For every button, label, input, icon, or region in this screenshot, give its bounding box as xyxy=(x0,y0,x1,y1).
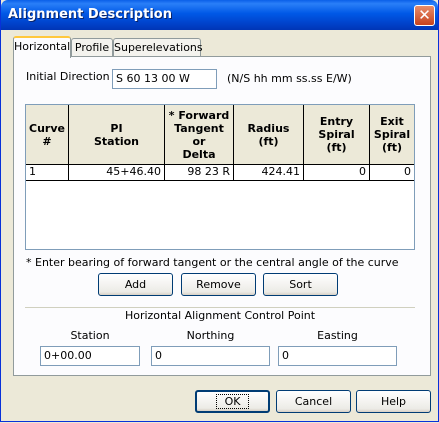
title-bar[interactable]: Alignment Description ✕ xyxy=(1,0,438,30)
northing-label: Northing xyxy=(186,329,235,342)
curve-table[interactable]: Curve # PI Station * Forward Tangent or … xyxy=(25,104,415,250)
control-point-group-title: Horizontal Alignment Control Point xyxy=(124,309,316,322)
initial-direction-label: Initial Direction xyxy=(26,70,110,83)
column-header-radius[interactable]: Radius (ft) xyxy=(234,105,304,165)
cancel-button[interactable]: Cancel xyxy=(276,390,351,413)
column-header-curve[interactable]: Curve # xyxy=(26,105,69,165)
table-cell-pi-station[interactable]: 45+46.40 xyxy=(69,165,165,181)
table-cell-forward-tangent[interactable]: 98 23 R xyxy=(165,165,234,181)
dialog-title: Alignment Description xyxy=(8,7,172,22)
direction-format-hint: (N/S hh mm ss.ss E/W) xyxy=(227,72,352,85)
tab-horizontal[interactable]: Horizontal xyxy=(13,36,71,58)
station-input[interactable]: 0+00.00 xyxy=(40,346,140,366)
alignment-description-dialog: Alignment Description ✕ Superelevations … xyxy=(0,0,439,422)
ok-button[interactable]: OK xyxy=(195,390,270,413)
easting-input[interactable]: 0 xyxy=(278,346,397,366)
northing-input[interactable]: 0 xyxy=(151,346,270,366)
tab-profile[interactable]: Profile xyxy=(71,38,113,56)
column-header-exit-spiral[interactable]: Exit Spiral (ft) xyxy=(370,105,414,165)
group-divider xyxy=(25,307,415,308)
initial-direction-input[interactable]: S 60 13 00 W xyxy=(112,69,217,89)
table-cell-radius[interactable]: 424.41 xyxy=(234,165,304,181)
help-button[interactable]: Help xyxy=(356,390,431,413)
table-cell-exit-spiral[interactable]: 0 xyxy=(370,165,414,181)
easting-label: Easting xyxy=(317,329,358,342)
column-header-forward-tangent[interactable]: * Forward Tangent or Delta xyxy=(165,105,234,165)
table-cell-curve-number[interactable]: 1 xyxy=(26,165,69,181)
tab-superelevations[interactable]: Superelevations xyxy=(113,38,203,56)
sort-button[interactable]: Sort xyxy=(263,273,338,296)
add-button[interactable]: Add xyxy=(98,273,173,296)
remove-button[interactable]: Remove xyxy=(181,273,256,296)
close-icon[interactable]: ✕ xyxy=(414,5,435,26)
column-header-entry-spiral[interactable]: Entry Spiral (ft) xyxy=(304,105,370,165)
station-label: Station xyxy=(70,329,110,342)
column-header-pi-station[interactable]: PI Station xyxy=(69,105,165,165)
table-cell-entry-spiral[interactable]: 0 xyxy=(304,165,370,181)
ok-button-label: OK xyxy=(215,394,250,409)
footnote: * Enter bearing of forward tangent or th… xyxy=(26,256,399,269)
